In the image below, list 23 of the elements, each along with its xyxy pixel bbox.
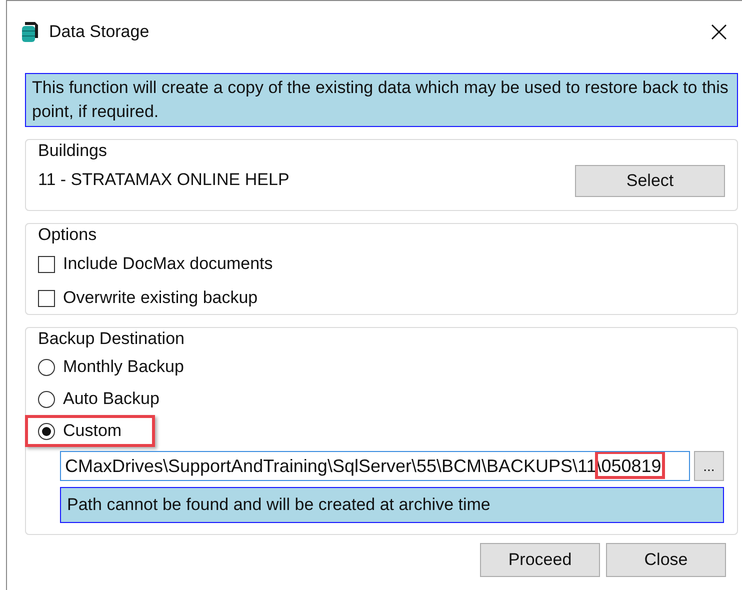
radio-button[interactable] [38,422,55,440]
radio-button[interactable] [38,358,55,376]
checkbox[interactable] [38,290,55,306]
dialog-button[interactable]: Proceed [480,543,600,577]
checkbox[interactable] [38,256,55,272]
building-name: 11 - STRATAMAX ONLINE HELP [38,169,290,192]
group-legend: Backup Destination [38,327,725,351]
group-legend: Options [38,223,725,247]
checkbox-label: Overwrite existing backup [63,287,258,310]
close-icon [711,24,727,40]
dialog-button[interactable]: Close [606,543,726,577]
radio-label: Custom [63,420,122,442]
select-button[interactable]: Select [575,165,725,197]
database-icon [21,21,39,43]
window-title: Data Storage [49,21,150,44]
info-banner: This function will create a copy of the existing data which may be used to restore back to this point, if required. [25,73,738,127]
radio-label: Monthly Backup [63,356,184,378]
browse-button[interactable]: ... [694,451,724,481]
path-message: Path cannot be found and will be created at archive time [60,487,724,523]
checkbox-label: Include DocMax documents [63,253,273,276]
radio-label: Auto Backup [63,388,160,410]
radio-button[interactable] [38,390,55,408]
group-legend: Buildings [38,139,725,163]
